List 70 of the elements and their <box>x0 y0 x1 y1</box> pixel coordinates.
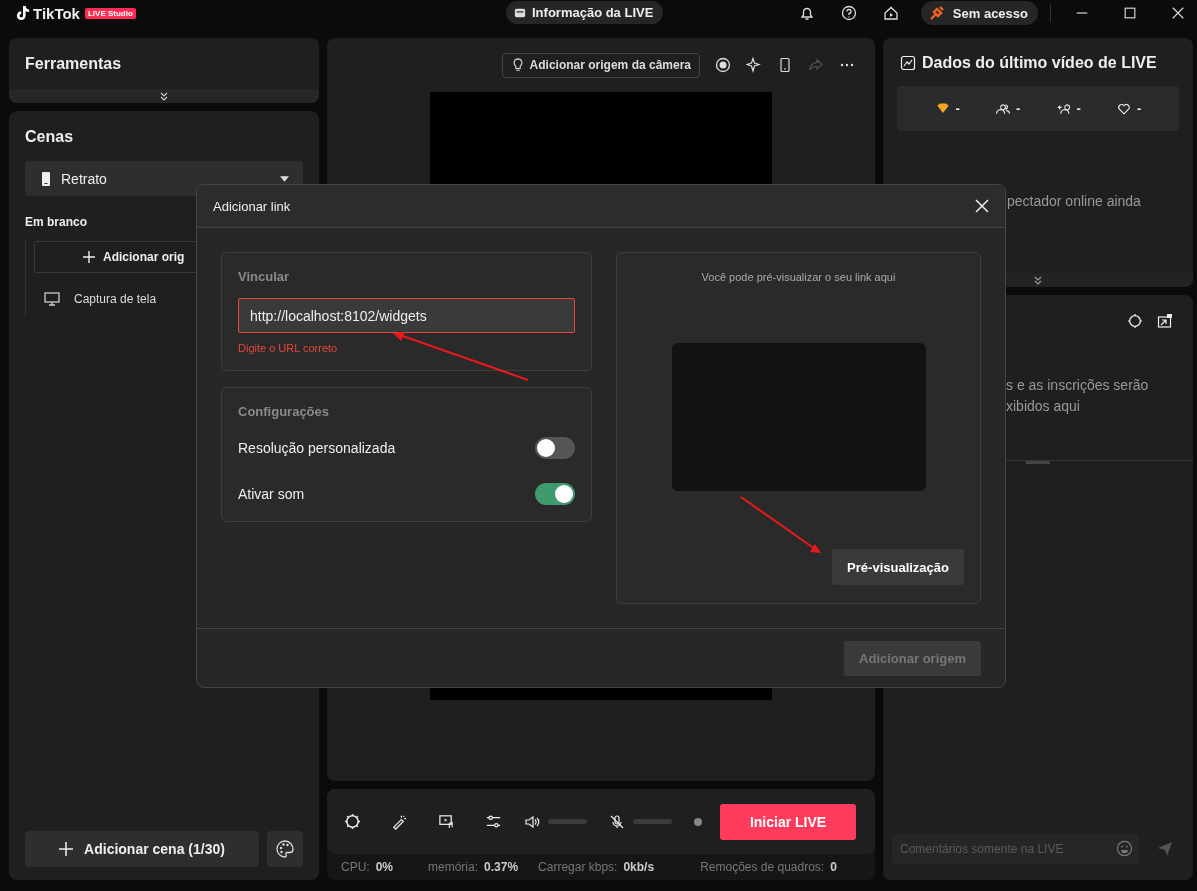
setting-label: Ativar som <box>238 486 305 502</box>
sliders-icon[interactable] <box>485 813 502 830</box>
speaker-icon[interactable] <box>524 813 540 830</box>
stat-value: - <box>1016 101 1021 116</box>
record-icon[interactable] <box>715 57 731 73</box>
dialog-title: Adicionar link <box>213 198 291 214</box>
close-icon[interactable] <box>975 199 989 213</box>
volume-slider[interactable] <box>548 819 587 824</box>
live-info-button[interactable]: Informação da LIVE <box>506 1 664 24</box>
sparkle-icon[interactable] <box>746 57 762 73</box>
status-dot <box>694 817 702 826</box>
palette-icon <box>275 839 295 859</box>
music-note-icon <box>16 5 30 21</box>
stat-value: - <box>1076 101 1081 116</box>
phone-icon <box>39 171 53 186</box>
mic-muted-icon[interactable] <box>609 813 625 830</box>
stat-value: - <box>1137 101 1142 116</box>
mic-slider[interactable] <box>633 819 672 824</box>
toggle-switch[interactable] <box>535 483 575 505</box>
gear-icon[interactable] <box>1127 313 1143 329</box>
chevron-down-icon <box>1033 275 1043 285</box>
chart-icon <box>900 55 916 71</box>
panel-title: Dados do último vídeo de LIVE <box>922 54 1157 72</box>
gear-icon[interactable] <box>344 813 361 830</box>
magic-wand-icon[interactable] <box>391 813 408 830</box>
status-label: memória: <box>428 860 479 874</box>
empty-message: xibidos aqui <box>1005 397 1081 416</box>
plus-icon <box>83 251 95 263</box>
studio-badge: LIVE Studio <box>84 7 136 19</box>
card-icon <box>514 6 526 19</box>
panel-title: Cenas <box>25 128 75 146</box>
toggle-switch[interactable] <box>535 437 575 459</box>
chevron-down-icon <box>159 91 169 101</box>
status-label: Carregar kbps: <box>538 860 618 874</box>
account-button[interactable]: Sem acesso <box>920 1 1038 25</box>
lightbulb-icon <box>510 58 525 72</box>
palette-button[interactable] <box>267 831 303 867</box>
status-value: 0.37% <box>484 860 519 874</box>
plug-icon <box>928 5 945 21</box>
empty-message: s e as inscrições serão <box>1005 376 1150 395</box>
add-camera-button[interactable]: Adicionar origem da câmera <box>501 52 700 78</box>
url-field[interactable]: http://localhost:8102/widgets <box>238 298 575 333</box>
stat-value: - <box>955 101 960 116</box>
status-value: 0% <box>375 860 393 874</box>
status-value: 0kb/s <box>623 860 655 874</box>
status-value: 0 <box>830 860 837 874</box>
maximize-icon[interactable] <box>1123 6 1137 20</box>
phone-icon[interactable] <box>777 57 793 73</box>
status-label: CPU: <box>341 860 370 874</box>
plus-icon <box>59 842 74 856</box>
preview-button[interactable]: Pré-visualização <box>832 549 964 585</box>
add-scene-button[interactable]: Adicionar cena (1/30) <box>25 831 259 867</box>
section-label: Configurações <box>238 404 330 419</box>
popout-icon[interactable] <box>1157 313 1173 329</box>
close-icon[interactable] <box>1171 6 1185 20</box>
emoji-icon[interactable] <box>1116 840 1133 857</box>
home-icon[interactable] <box>882 5 899 21</box>
app-name: TikTok <box>33 4 80 22</box>
empty-message: pectador online ainda <box>1007 193 1141 209</box>
preview-hint: Você pode pré-visualizar o seu link aqui <box>701 271 896 283</box>
setting-label: Resolução personalizada <box>238 440 396 456</box>
media-icon[interactable] <box>438 813 455 830</box>
monitor-icon <box>44 291 60 307</box>
panel-title: Ferramentas <box>24 54 123 74</box>
start-live-button[interactable]: Iniciar LIVE <box>720 803 856 840</box>
status-label: Remoções de quadros: <box>700 860 825 874</box>
caret-icon <box>280 175 289 182</box>
error-message: Digite o URL correto <box>238 342 339 354</box>
bell-icon[interactable] <box>798 5 815 21</box>
help-icon[interactable] <box>840 5 857 21</box>
